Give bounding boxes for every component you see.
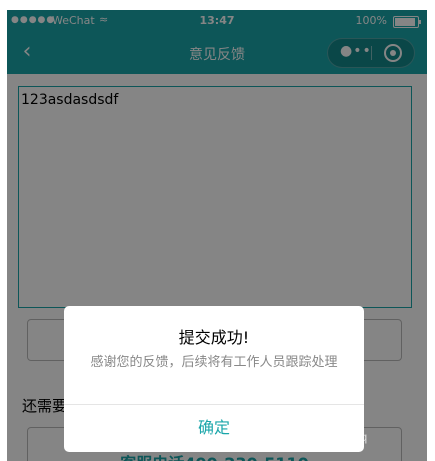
phone-screen: ●●●●● WeChat ≈ 13:47 100% ‹ 意见反馈 ●•• 123… — [7, 10, 427, 461]
confirm-button[interactable]: 确定 — [64, 404, 364, 452]
modal-content: 感谢您的反馈，后续将有工作人员跟踪处理 — [90, 355, 338, 370]
modal-title: 提交成功! — [178, 328, 250, 347]
watermark: https://blog.csdn.net/panpanpangvq — [177, 430, 368, 444]
